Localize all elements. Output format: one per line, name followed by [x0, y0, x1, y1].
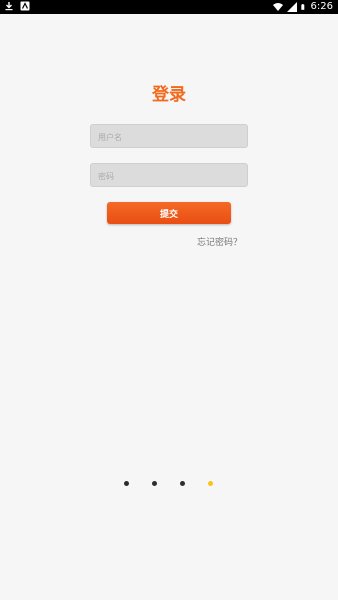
status-bar: 6:26: [0, 0, 338, 14]
page-dot-1[interactable]: [124, 481, 129, 486]
battery-icon: [300, 4, 304, 10]
signal-icon: [286, 2, 297, 12]
password-input[interactable]: [91, 165, 247, 188]
page-indicator: [0, 481, 338, 489]
username-field[interactable]: [90, 124, 248, 149]
submit-button[interactable]: 提交: [107, 202, 231, 224]
clock: 6:26: [310, 1, 333, 12]
page-dot-4[interactable]: [208, 481, 213, 486]
wifi-icon: [272, 3, 283, 11]
username-input[interactable]: [91, 126, 247, 149]
download-icon: [5, 2, 13, 11]
page-title: 登录: [152, 85, 186, 105]
forgot-password-link[interactable]: 忘记密码？: [197, 235, 242, 248]
page-dot-2[interactable]: [152, 481, 157, 486]
app-icon: [20, 1, 30, 11]
page-dot-3[interactable]: [180, 481, 185, 486]
password-field[interactable]: [90, 163, 248, 188]
